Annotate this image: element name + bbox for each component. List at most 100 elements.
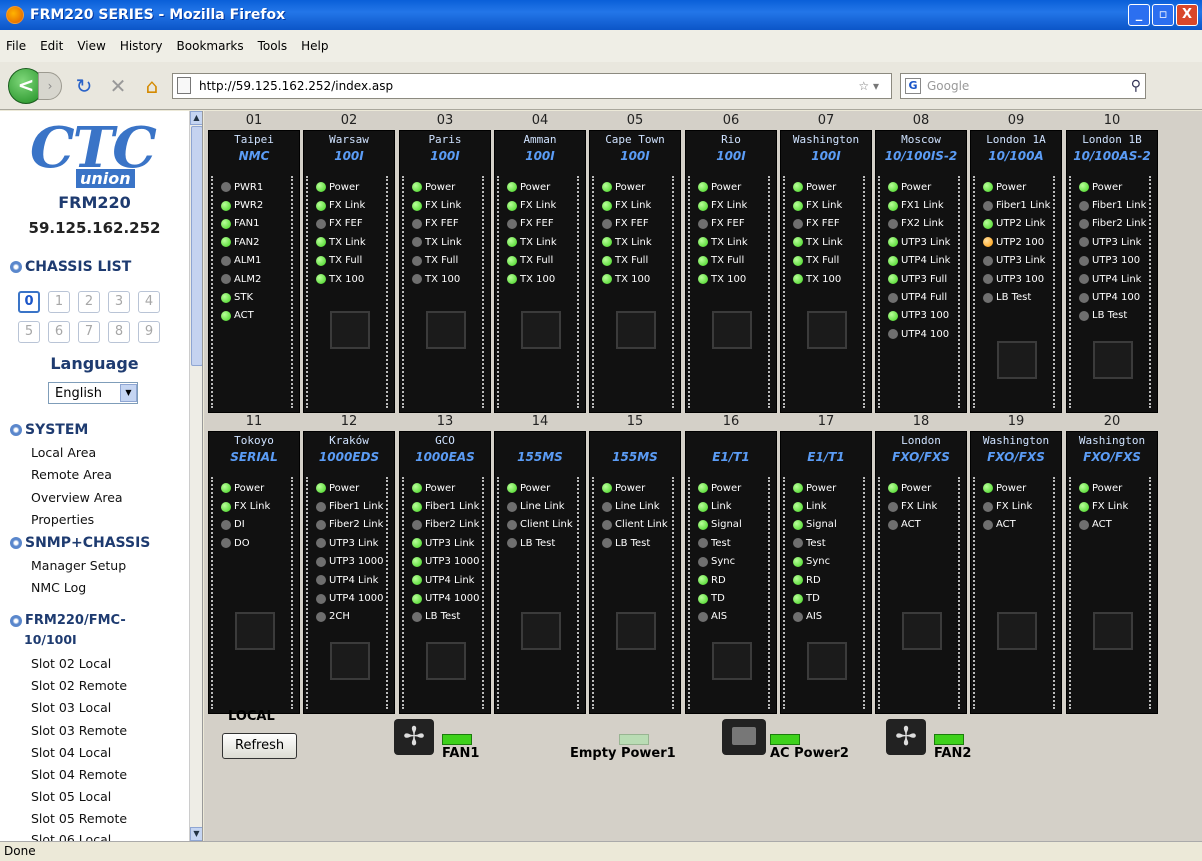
link-slot-03-remote[interactable]: Slot 03 Remote	[31, 723, 127, 738]
menu-view[interactable]: View	[77, 39, 105, 53]
led-dot-icon	[888, 519, 898, 530]
address-bar[interactable]: http://59.125.162.252/index.asp ☆ ▾	[172, 72, 892, 99]
led-label: Fiber1 Link	[996, 200, 1051, 212]
led-indicator: Signal	[793, 516, 837, 534]
led-label: Line Link	[615, 501, 660, 513]
slot-card[interactable]: Tokoyo SERIAL Power FX Link DI DO	[208, 431, 300, 714]
slot-card[interactable]: Taipei NMC PWR1 PWR2 FAN1 FAN2 ALM1 ALM2 STK ACT	[208, 130, 300, 413]
chassis-button-9[interactable]: 9	[138, 321, 160, 343]
scroll-thumb[interactable]	[191, 126, 202, 366]
chassis-button-1[interactable]: 1	[48, 291, 70, 313]
chassis-button-7[interactable]: 7	[78, 321, 100, 343]
slot-card[interactable]: Washington FXO/FXS Power FX Link ACT	[970, 431, 1062, 714]
link-overview-area[interactable]: Overview Area	[31, 490, 123, 505]
link-slot-06-local[interactable]: Slot 06 Local	[31, 832, 111, 841]
slot-rail	[768, 477, 774, 709]
scroll-up-icon[interactable]: ▲	[190, 111, 202, 125]
reload-icon[interactable]: ↻	[72, 74, 96, 98]
slot-card[interactable]: GCO 1000EAS Power Fiber1 Link Fiber2 Link UTP…	[399, 431, 491, 714]
maximize-button[interactable]: ▫	[1152, 4, 1174, 26]
sidebar-scrollbar[interactable]: ▲ ▼	[189, 111, 202, 841]
slot-card-type: 100I	[620, 149, 650, 163]
chassis-button-5[interactable]: 5	[18, 321, 40, 343]
slot-card[interactable]: Kraków 1000EDS Power Fiber1 Link Fiber2 Link…	[303, 431, 395, 714]
slot-card[interactable]: London 1A 10/100A Power Fiber1 Link UTP2 Lin…	[970, 130, 1062, 413]
link-remote-area[interactable]: Remote Area	[31, 467, 112, 482]
link-slot-02-remote[interactable]: Slot 02 Remote	[31, 678, 127, 693]
slot-rail	[878, 176, 884, 408]
slot-card[interactable]: Rio 100I Power FX Link FX FEF TX Link TX Full T…	[685, 130, 777, 413]
slot-card[interactable]: Moscow 10/100IS-2 Power FX1 Link FX2 Link UTP…	[875, 130, 967, 413]
menu-history[interactable]: History	[120, 39, 163, 53]
menu-edit[interactable]: Edit	[40, 39, 63, 53]
led-indicator: Power	[602, 178, 652, 196]
chassis-button-4[interactable]: 4	[138, 291, 160, 313]
led-dot-icon	[507, 501, 517, 512]
link-slot-05-local[interactable]: Slot 05 Local	[31, 789, 111, 804]
search-icon[interactable]: ⚲	[1131, 78, 1141, 94]
slot-card[interactable]: Paris 100I Power FX Link FX FEF TX Link TX Ful…	[399, 130, 491, 413]
led-label: Fiber1 Link	[329, 501, 384, 513]
link-nmc-log[interactable]: NMC Log	[31, 580, 86, 595]
slot-card[interactable]: Warsaw 100I Power FX Link FX FEF TX Link TX Fu…	[303, 130, 395, 413]
led-label: PWR2	[234, 200, 264, 212]
slot-card[interactable]: E1/T1 Power Link Signal Test Sync RD TD AIS	[780, 431, 872, 714]
slot-card[interactable]: Cape Town 100I Power FX Link FX FEF TX Link TX…	[589, 130, 681, 413]
link-slot-04-local[interactable]: Slot 04 Local	[31, 745, 111, 760]
chassis-button-2[interactable]: 2	[78, 291, 100, 313]
slot-port-name: Paris	[428, 133, 462, 146]
slot-card[interactable]: Washington FXO/FXS Power FX Link ACT	[1066, 431, 1158, 714]
stop-icon[interactable]: ✕	[106, 74, 130, 98]
close-button[interactable]: X	[1176, 4, 1198, 26]
chassis-button-0[interactable]: 0	[18, 291, 40, 313]
link-slot-02-local[interactable]: Slot 02 Local	[31, 656, 111, 671]
link-slot-05-remote[interactable]: Slot 05 Remote	[31, 811, 127, 826]
led-indicator: ALM2	[221, 270, 263, 288]
slot-card[interactable]: London FXO/FXS Power FX Link ACT	[875, 431, 967, 714]
slot-card[interactable]: 155MS Power Line Link Client Link LB Test	[589, 431, 681, 714]
slot-card-type: NMC	[238, 149, 270, 163]
led-dot-icon	[983, 182, 993, 193]
menu-tools[interactable]: Tools	[258, 39, 288, 53]
rj45-port-icon	[807, 311, 847, 349]
chevron-down-icon[interactable]: ▼	[120, 384, 137, 402]
forward-button[interactable]: ›	[38, 71, 62, 100]
slot-card[interactable]: Washington 100I Power FX Link FX FEF TX Link T…	[780, 130, 872, 413]
link-properties[interactable]: Properties	[31, 512, 94, 527]
home-icon[interactable]: ⌂	[140, 74, 164, 98]
bookmark-star-icon[interactable]: ☆ ▾	[858, 79, 879, 93]
slot-rail	[1069, 176, 1075, 408]
menu-bookmarks[interactable]: Bookmarks	[177, 39, 244, 53]
chassis-button-6[interactable]: 6	[48, 321, 70, 343]
slot-card[interactable]: Amman 100I Power FX Link FX FEF TX Link TX Ful…	[494, 130, 586, 413]
minimize-button[interactable]: _	[1128, 4, 1150, 26]
slot-card[interactable]: London 1B 10/100AS-2 Power Fiber1 Link Fiber…	[1066, 130, 1158, 413]
link-slot-04-remote[interactable]: Slot 04 Remote	[31, 767, 127, 782]
url-text[interactable]: http://59.125.162.252/index.asp	[199, 79, 858, 93]
slot-card[interactable]: E1/T1 Power Link Signal Test Sync RD TD AIS	[685, 431, 777, 714]
led-indicator: LB Test	[983, 288, 1050, 306]
refresh-button[interactable]: Refresh	[222, 733, 298, 759]
link-local-area[interactable]: Local Area	[31, 445, 96, 460]
link-slot-03-local[interactable]: Slot 03 Local	[31, 700, 111, 715]
led-list: Power Line Link Client Link LB Test	[602, 479, 668, 553]
led-label: Power	[615, 181, 646, 193]
led-indicator: PWR2	[221, 196, 263, 214]
led-dot-icon	[412, 274, 422, 285]
scroll-down-icon[interactable]: ▼	[190, 827, 202, 841]
language-value[interactable]: English	[55, 386, 102, 401]
search-box[interactable]: G Google ⚲	[900, 72, 1146, 99]
menu-file[interactable]: File	[6, 39, 26, 53]
slot-port-name: Washington	[792, 133, 860, 146]
rj45-port-icon	[426, 311, 466, 349]
link-manager-setup[interactable]: Manager Setup	[31, 558, 126, 573]
search-placeholder[interactable]: Google	[927, 79, 969, 93]
led-label: Power	[996, 181, 1027, 193]
chassis-button-3[interactable]: 3	[108, 291, 130, 313]
chassis-button-8[interactable]: 8	[108, 321, 130, 343]
slot-rail	[1053, 477, 1059, 709]
slot-card[interactable]: 155MS Power Line Link Client Link LB Test	[494, 431, 586, 714]
menu-help[interactable]: Help	[301, 39, 328, 53]
google-icon[interactable]: G	[905, 77, 921, 94]
language-select[interactable]: English ▼	[48, 382, 138, 404]
